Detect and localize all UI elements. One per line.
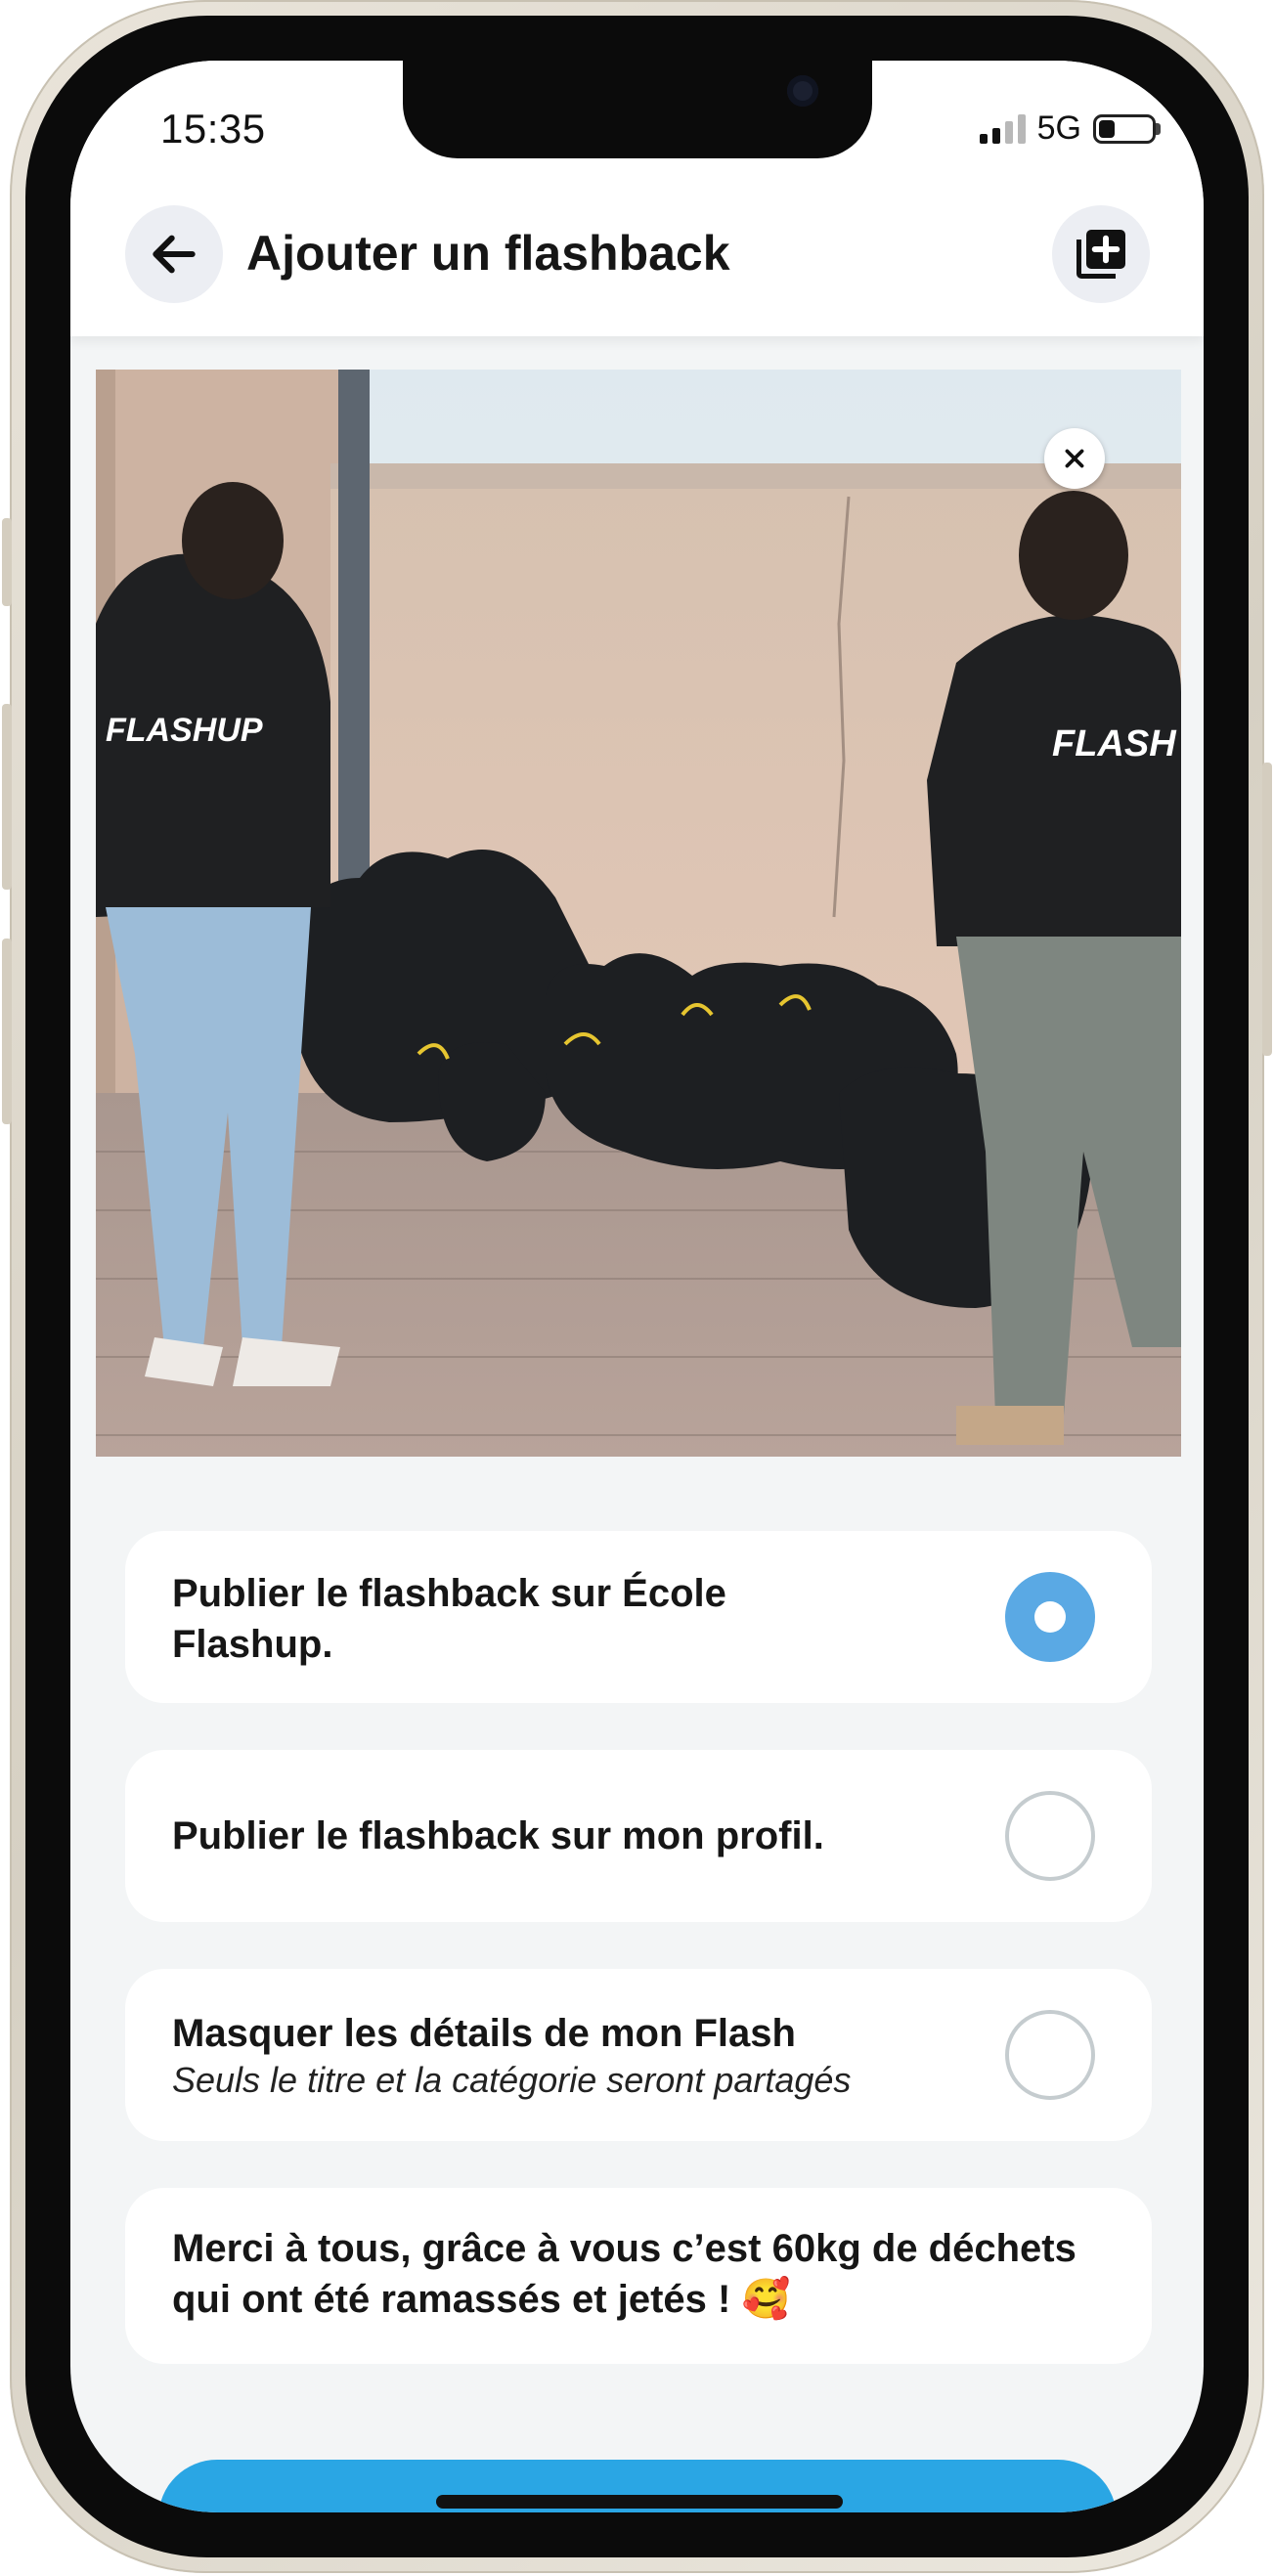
- option-label: Masquer les détails de mon Flash Seuls l…: [172, 2008, 1013, 2102]
- home-indicator: [436, 2495, 843, 2509]
- close-icon: [1065, 449, 1084, 468]
- option-card-hide-details[interactable]: Masquer les détails de mon Flash Seuls l…: [125, 1969, 1152, 2141]
- radio-publish-school[interactable]: [1005, 1572, 1095, 1662]
- add-to-library-icon: [1076, 230, 1125, 279]
- photo-illustration: FLASHUP FLASH: [96, 370, 1181, 1457]
- hoodie-text-left: FLASHUP: [106, 712, 263, 749]
- status-time: 15:35: [160, 106, 266, 152]
- flashback-photo: FLASHUP FLASH: [96, 370, 1181, 1457]
- page-title: Ajouter un flashback: [246, 226, 730, 281]
- option-label: Publier le flashback sur mon profil.: [172, 1814, 824, 1857]
- add-media-button[interactable]: [1052, 205, 1150, 303]
- status-indicators: 5G: [979, 109, 1161, 148]
- option-card-profile[interactable]: Publier le flashback sur mon profil.: [125, 1750, 1152, 1922]
- signal-icon: [979, 113, 1026, 144]
- mute-switch: [2, 518, 12, 606]
- back-button[interactable]: [125, 205, 223, 303]
- notch: [403, 61, 872, 158]
- message-card[interactable]: Merci à tous, grâce à vous c’est 60kg de…: [125, 2188, 1152, 2364]
- message-text[interactable]: Merci à tous, grâce à vous c’est 60kg de…: [172, 2223, 1091, 2325]
- option-sublabel: Seuls le titre et la catégorie seront pa…: [172, 2060, 852, 2100]
- volume-up-button: [2, 704, 12, 890]
- volume-down-button: [2, 939, 12, 1124]
- battery-icon: [1093, 113, 1156, 144]
- option-label: Publier le flashback sur École Flashup.: [172, 1572, 726, 1666]
- network-label: 5G: [1036, 109, 1081, 147]
- remove-photo-button[interactable]: [1044, 428, 1105, 489]
- front-camera: [787, 75, 818, 107]
- arrow-left-icon: [153, 235, 196, 274]
- power-button: [1262, 763, 1272, 1056]
- option-title: Masquer les détails de mon Flash: [172, 2012, 796, 2055]
- radio-publish-profile[interactable]: [1005, 1791, 1095, 1881]
- hoodie-text-right: FLASH: [1052, 723, 1177, 764]
- app-screen: 15:35 5G Ajouter un flashback FLASHUP FL…: [70, 61, 1204, 2512]
- radio-hide-details[interactable]: [1005, 2010, 1095, 2100]
- option-card-school[interactable]: Publier le flashback sur École Flashup.: [125, 1531, 1152, 1703]
